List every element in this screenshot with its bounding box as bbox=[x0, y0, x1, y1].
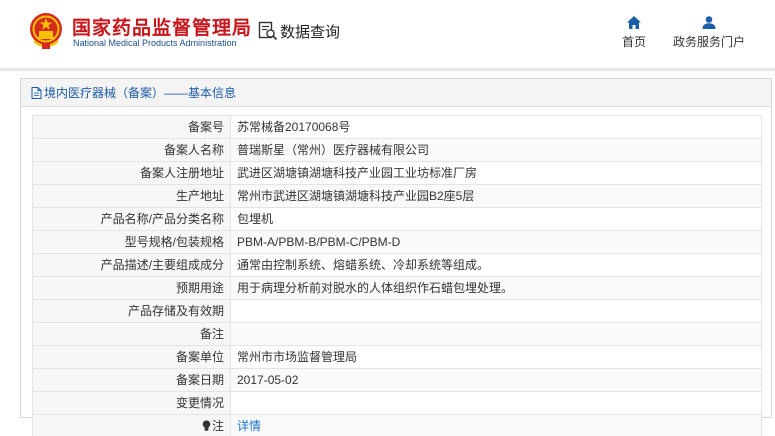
field-label: 型号规格/包装规格 bbox=[32, 230, 231, 254]
field-value: 2017-05-02 bbox=[230, 368, 762, 392]
table-row: 备案单位 常州市市场监督管理局 bbox=[32, 345, 762, 369]
field-label: 备案号 bbox=[32, 115, 231, 139]
table-row: 备注 bbox=[32, 322, 762, 346]
data-query-label: 数据查询 bbox=[280, 23, 341, 41]
field-label: 备注 bbox=[32, 322, 231, 346]
detail-link[interactable]: 详情 bbox=[237, 419, 261, 433]
header-divider bbox=[0, 68, 775, 71]
note-label-cell: 注 bbox=[32, 414, 231, 436]
field-label: 备案日期 bbox=[32, 368, 231, 392]
data-search-icon bbox=[258, 21, 278, 41]
note-row: 注详情 bbox=[32, 414, 762, 436]
field-value: 通常由控制系统、熔蜡系统、冷却系统等组成。 bbox=[230, 253, 762, 277]
national-emblem-icon bbox=[30, 13, 62, 49]
field-value: 包埋机 bbox=[230, 207, 762, 231]
table-row: 产品存储及有效期 bbox=[32, 299, 762, 323]
field-value: 常州市武进区湖塘镇湖塘科技产业园B2座5层 bbox=[230, 184, 762, 208]
table-row: 产品名称/产品分类名称 包埋机 bbox=[32, 207, 762, 231]
table-row: 预期用途 用于病理分析前对脱水的人体组织作石蜡包埋处理。 bbox=[32, 276, 762, 300]
field-value: 用于病理分析前对脱水的人体组织作石蜡包埋处理。 bbox=[230, 276, 762, 300]
table-row: 备案号 苏常械备20170068号 bbox=[32, 115, 762, 139]
field-label: 备案单位 bbox=[32, 345, 231, 369]
field-label: 预期用途 bbox=[32, 276, 231, 300]
nav-home[interactable]: 首页 bbox=[620, 16, 648, 50]
field-label: 变更情况 bbox=[32, 391, 231, 415]
field-label: 备案人名称 bbox=[32, 138, 231, 162]
field-value: 常州市市场监督管理局 bbox=[230, 345, 762, 369]
panel-title-text: 境内医疗器械（备案）——基本信息 bbox=[44, 85, 237, 100]
lightbulb-icon bbox=[202, 420, 211, 431]
table-row: 备案人名称 普瑞斯星（常州）医疗器械有限公司 bbox=[32, 138, 762, 162]
basic-info-table: 备案号 苏常械备20170068号 备案人名称 普瑞斯星（常州）医疗器械有限公司 备案人… bbox=[32, 115, 762, 436]
table-row: 备案人注册地址 武进区湖塘镇湖塘科技产业园工业坊标准厂房 bbox=[32, 161, 762, 185]
panel-title: 境内医疗器械（备案）——基本信息 bbox=[21, 79, 771, 107]
nav-service-portal[interactable]: 政务服务门户 bbox=[668, 16, 750, 50]
field-label: 产品存储及有效期 bbox=[32, 299, 231, 323]
field-label: 备案人注册地址 bbox=[32, 161, 231, 185]
field-label: 生产地址 bbox=[32, 184, 231, 208]
field-value: 普瑞斯星（常州）医疗器械有限公司 bbox=[230, 138, 762, 162]
site-header: 国家药品监督管理局 National Medical Products Admi… bbox=[0, 0, 775, 68]
field-label: 产品描述/主要组成成分 bbox=[32, 253, 231, 277]
table-row: 型号规格/包装规格 PBM-A/PBM-B/PBM-C/PBM-D bbox=[32, 230, 762, 254]
note-label: 注 bbox=[211, 419, 224, 433]
field-value bbox=[230, 322, 762, 346]
field-value: PBM-A/PBM-B/PBM-C/PBM-D bbox=[230, 230, 762, 254]
note-value-cell: 详情 bbox=[230, 414, 762, 436]
field-value: 武进区湖塘镇湖塘科技产业园工业坊标准厂房 bbox=[230, 161, 762, 185]
user-icon bbox=[702, 16, 716, 29]
brand-title-en: National Medical Products Administration bbox=[73, 38, 237, 48]
brand-title-cn: 国家药品监督管理局 bbox=[72, 18, 253, 39]
data-query-link[interactable]: 数据查询 bbox=[258, 20, 340, 42]
table-row: 生产地址 常州市武进区湖塘镇湖塘科技产业园B2座5层 bbox=[32, 184, 762, 208]
nav-home-label: 首页 bbox=[621, 35, 646, 49]
field-value bbox=[230, 299, 762, 323]
field-value bbox=[230, 391, 762, 415]
table-row: 产品描述/主要组成成分 通常由控制系统、熔蜡系统、冷却系统等组成。 bbox=[32, 253, 762, 277]
home-icon bbox=[627, 16, 641, 29]
field-value: 苏常械备20170068号 bbox=[230, 115, 762, 139]
table-row: 变更情况 bbox=[32, 391, 762, 415]
document-icon bbox=[31, 86, 42, 99]
nav-service-portal-label: 政务服务门户 bbox=[672, 35, 745, 49]
field-label: 产品名称/产品分类名称 bbox=[32, 207, 231, 231]
record-detail-panel: 境内医疗器械（备案）——基本信息 备案号 苏常械备20170068号 备案人名称 普瑞… bbox=[20, 78, 772, 436]
table-row: 备案日期 2017-05-02 bbox=[32, 368, 762, 392]
